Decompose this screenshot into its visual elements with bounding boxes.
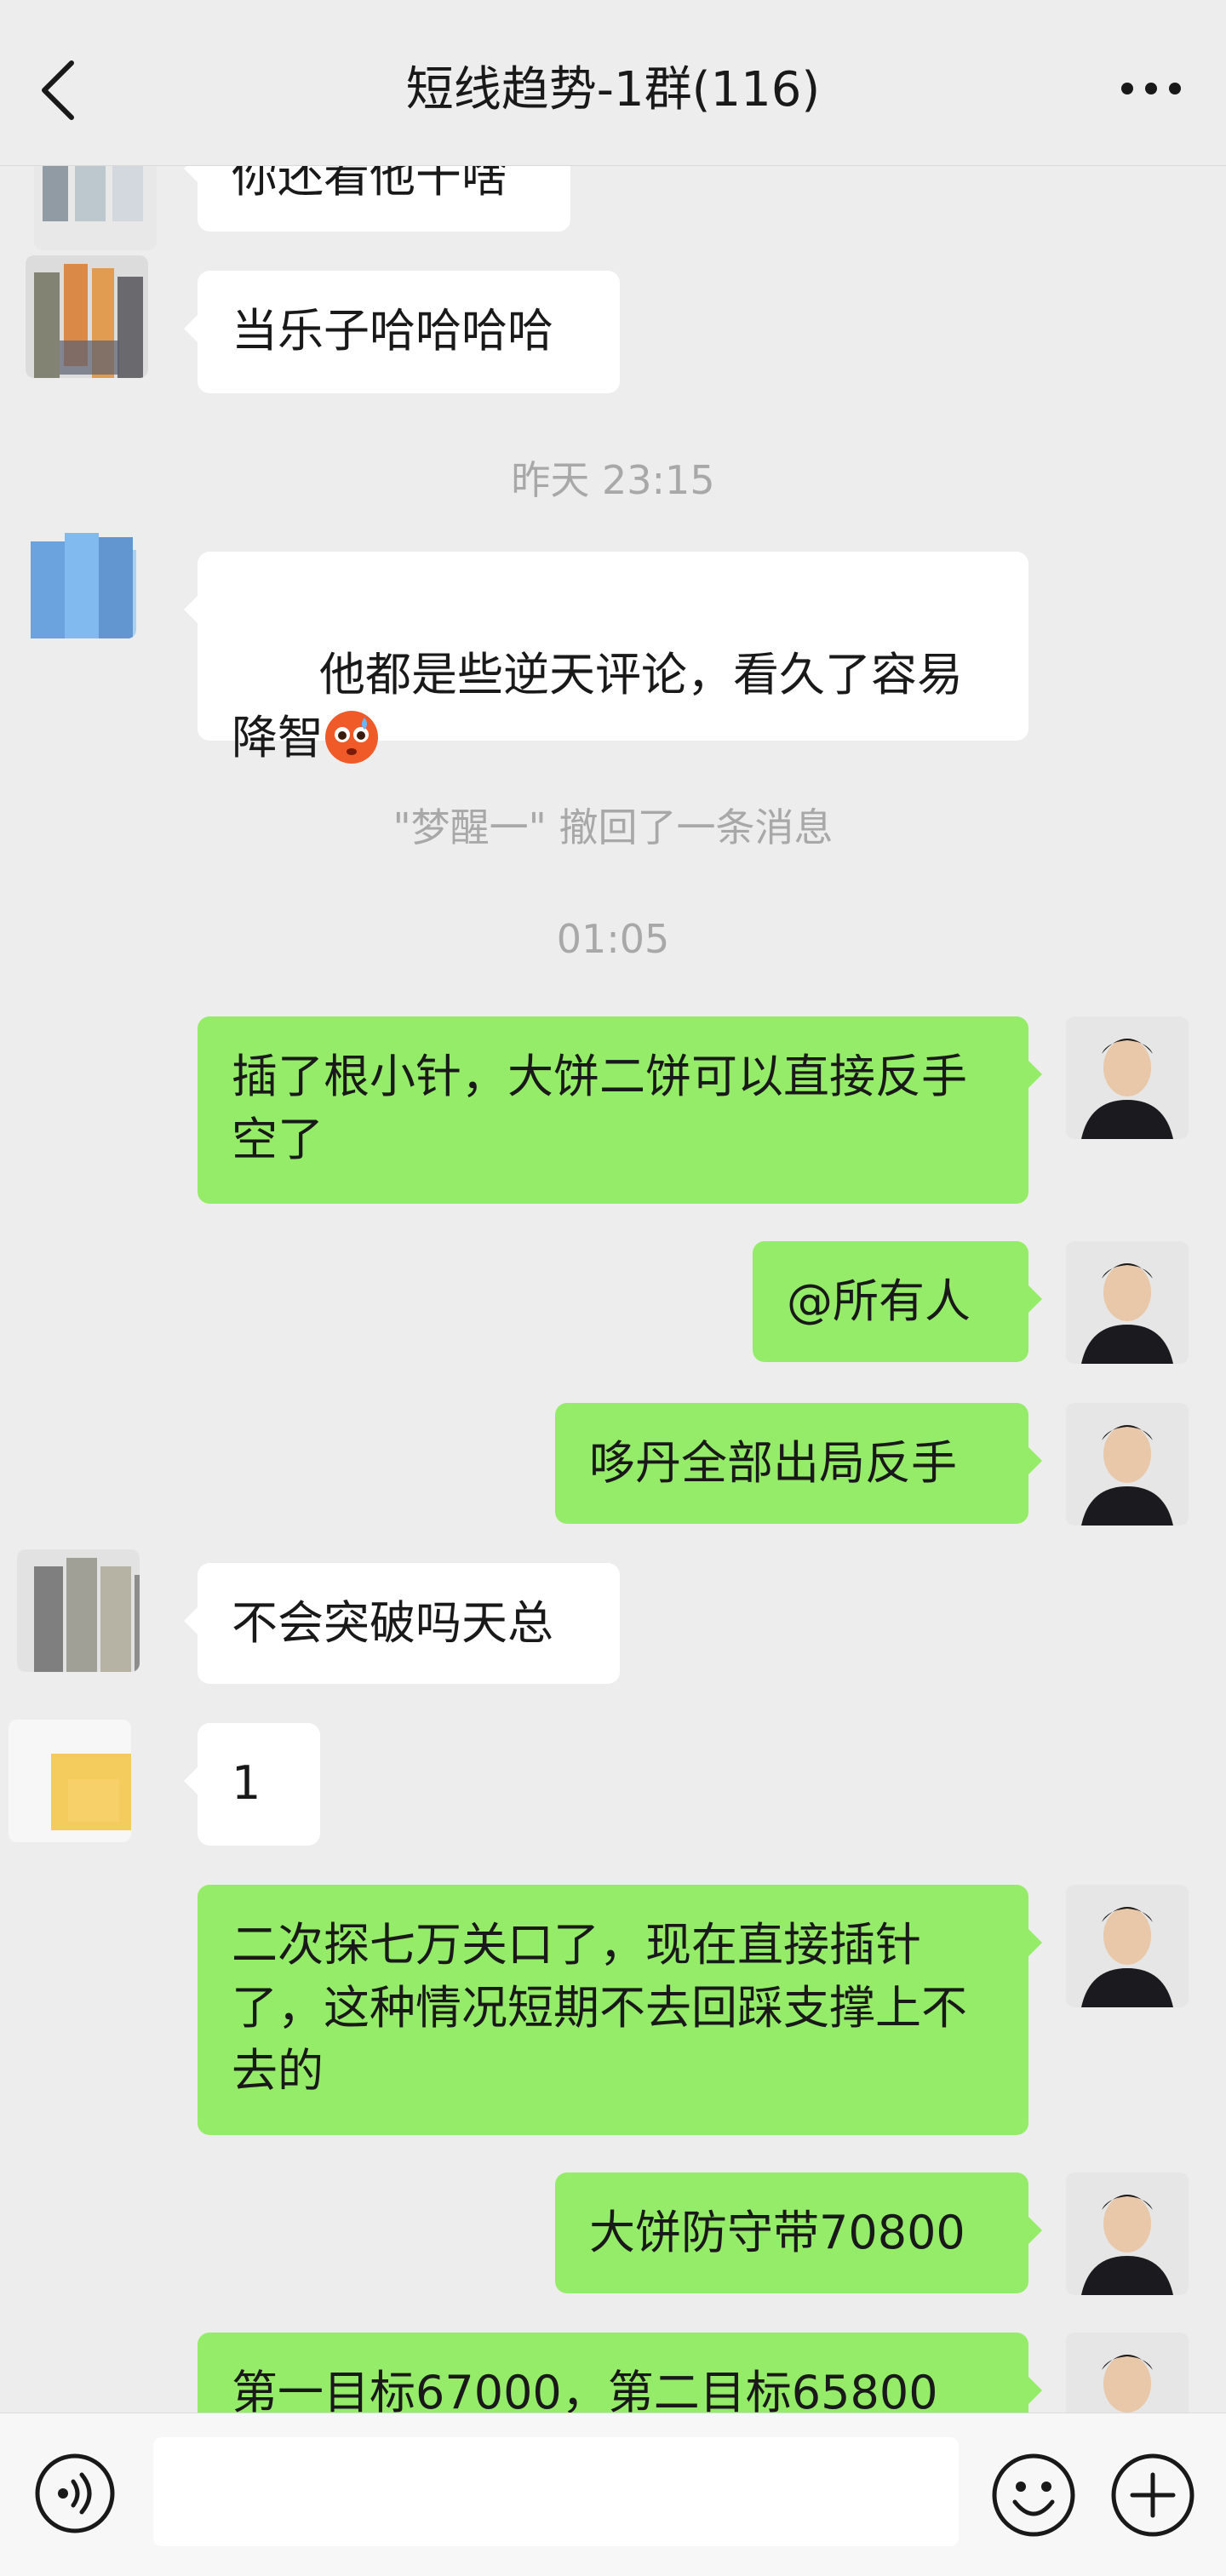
flushed-face-icon (324, 709, 380, 765)
self-avatar[interactable] (1066, 1885, 1189, 2007)
self-avatar[interactable] (1066, 1403, 1189, 1526)
ellipsis-icon[interactable] (1117, 78, 1185, 99)
avatar[interactable] (17, 1549, 140, 1672)
chat-title: 短线趋势-1群(116) (405, 62, 821, 117)
message-bubble[interactable]: 哆丹全部出局反手 (555, 1403, 1042, 1524)
self-avatar[interactable] (1066, 1241, 1189, 1364)
plus-circle-icon[interactable] (1109, 2451, 1197, 2539)
avatar[interactable] (26, 255, 148, 378)
smiley-icon[interactable] (989, 2451, 1078, 2539)
message-input[interactable] (153, 2437, 959, 2546)
message-bubble[interactable]: 第一目标67000，第二目标65800 (198, 2333, 1042, 2413)
chat-screen: 你还看他干啥 当乐子哈哈哈哈 昨天 23:15 他都是些逆天评论，看久了容易降智… (0, 0, 1226, 2576)
self-avatar[interactable] (1066, 2333, 1189, 2413)
timestamp: 01:05 (556, 916, 670, 962)
message-bubble[interactable]: 大饼防守带70800 (555, 2172, 1042, 2293)
message-bubble[interactable]: 插了根小针，大饼二饼可以直接反手空了 (198, 1016, 1042, 1204)
message-bubble[interactable]: 1 (184, 1723, 320, 1846)
avatar[interactable] (9, 1720, 131, 1842)
self-avatar[interactable] (1066, 1016, 1189, 1139)
message-list[interactable]: 你还看他干啥 当乐子哈哈哈哈 昨天 23:15 他都是些逆天评论，看久了容易降智… (0, 0, 1226, 2413)
message-bubble[interactable]: 二次探七万关口了，现在直接插针了，这种情况短期不去回踩支撑上不去的 (198, 1885, 1042, 2135)
avatar[interactable] (14, 516, 136, 638)
message-bubble[interactable]: 当乐子哈哈哈哈 (184, 271, 620, 393)
system-notice: "梦醒一" 撤回了一条消息 (392, 804, 834, 850)
message-bubble[interactable]: 不会突破吗天总 (184, 1563, 620, 1684)
self-avatar[interactable] (1066, 2172, 1189, 2295)
timestamp: 昨天 23:15 (511, 457, 715, 503)
chat-header: 短线趋势-1群(116) (0, 0, 1226, 166)
input-bar (0, 2413, 1226, 2576)
message-bubble[interactable]: 他都是些逆天评论，看久了容易降智 (184, 552, 1028, 764)
message-bubble[interactable]: @所有人 (753, 1241, 1042, 1362)
voice-icon[interactable] (32, 2451, 117, 2536)
